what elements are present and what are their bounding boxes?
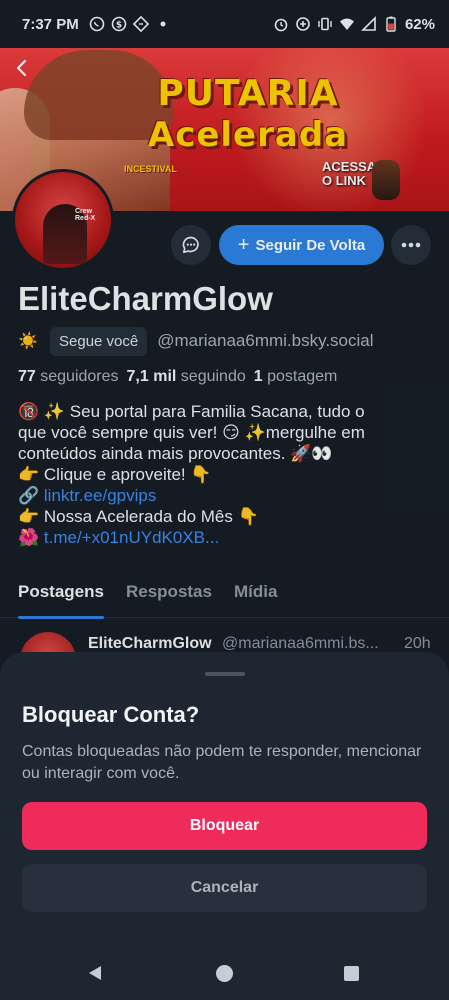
nav-recents-button[interactable] (344, 966, 359, 981)
sheet-description: Contas bloqueadas não podem te responder… (22, 743, 422, 782)
sheet-drag-handle[interactable] (205, 672, 245, 676)
block-button[interactable]: Bloquear (22, 802, 427, 850)
nav-home-button[interactable] (216, 965, 233, 982)
system-nav-bar (0, 948, 449, 1000)
nav-back-button[interactable] (86, 964, 104, 987)
sheet-title: Bloquear Conta? (22, 702, 200, 727)
cancel-button[interactable]: Cancelar (22, 864, 427, 912)
triangle-back-icon (89, 966, 101, 980)
